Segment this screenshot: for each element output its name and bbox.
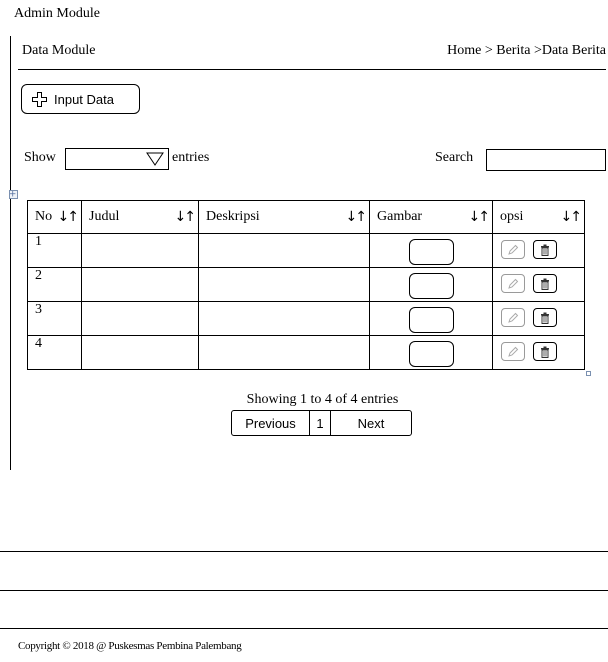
column-header-judul[interactable]: Judul ↓↑ [81,200,199,234]
table-row: 4 [27,335,585,370]
column-header-gambar[interactable]: Gambar ↓↑ [369,200,493,234]
column-header-no[interactable]: No ↓↑ [27,200,82,234]
cell-gambar [369,301,493,336]
column-header-opsi[interactable]: opsi ↓↑ [492,200,585,234]
resize-handle-icon[interactable] [586,371,591,376]
data-table: No ↓↑ Judul ↓↑ Deskripsi ↓↑ Gambar ↓↑ opsi ↓↑… [27,200,585,370]
pencil-icon [508,278,519,289]
entries-label: entries [172,150,210,165]
footer-divider [0,628,608,629]
table-header-row: No ↓↑ Judul ↓↑ Deskripsi ↓↑ Gambar ↓↑ opsi ↓↑ [27,200,585,234]
row-number: 1 [35,234,42,249]
search-label: Search [435,150,474,165]
input-data-button[interactable]: Input Data [21,84,140,114]
cell-gambar [369,267,493,302]
column-label: Gambar [377,209,423,224]
cell-judul [81,267,199,302]
image-placeholder [408,239,454,265]
image-placeholder [408,307,454,333]
edit-button[interactable] [501,342,525,361]
column-header-deskripsi[interactable]: Deskripsi ↓↑ [198,200,370,234]
column-label: No [35,209,53,224]
delete-button[interactable] [533,308,557,327]
cell-opsi [492,267,585,302]
edit-button[interactable] [501,274,525,293]
cell-gambar [369,233,493,268]
cell-judul [81,233,199,268]
image-placeholder [408,273,454,299]
page-number-button[interactable]: 1 [310,411,331,435]
pencil-icon [508,312,519,323]
search-input[interactable] [486,149,606,171]
cell-opsi [492,301,585,336]
cell-opsi [492,233,585,268]
row-number: 4 [35,336,42,351]
image-placeholder [408,341,454,367]
breadcrumb[interactable]: Home > Berita >Data Berita [447,43,606,59]
cell-no: 2 [27,267,82,302]
page-title: Data Module [22,43,96,58]
cell-deskripsi [198,233,370,268]
sort-arrows-icon[interactable]: ↓↑ [175,209,197,225]
plus-outline-icon [32,91,47,107]
cell-deskripsi [198,267,370,302]
cell-no: 4 [27,335,82,370]
pencil-icon [508,346,519,357]
sort-arrows-icon[interactable]: ↓↑ [561,209,583,225]
column-label: opsi [500,209,524,224]
cell-deskripsi [198,301,370,336]
move-handle-icon[interactable] [9,190,18,199]
footer-divider [0,590,608,591]
app-title: Admin Module [14,6,100,21]
header-divider [18,69,606,70]
input-data-label: Input Data [54,91,114,107]
entries-select[interactable] [65,148,169,170]
pencil-icon [508,244,519,255]
cell-no: 1 [27,233,82,268]
column-label: Judul [89,209,120,224]
table-row: 1 [27,233,585,268]
cell-no: 3 [27,301,82,336]
sort-arrows-icon[interactable]: ↓↑ [346,209,368,225]
footer-divider [0,551,608,552]
pagination: Previous 1 Next [231,410,412,436]
edit-button[interactable] [501,240,525,259]
cell-gambar [369,335,493,370]
show-label: Show [24,150,56,165]
sort-arrows-icon[interactable]: ↓↑ [58,209,80,225]
triangle-down-icon [146,152,164,166]
trash-icon [541,244,549,256]
sort-arrows-icon[interactable]: ↓↑ [469,209,491,225]
trash-icon [541,312,549,324]
copyright-text: Copyright © 2018 @ Puskesmas Pembina Pal… [18,640,242,652]
row-number: 3 [35,302,42,317]
cell-judul [81,335,199,370]
previous-page-button[interactable]: Previous [232,411,310,435]
trash-icon [541,278,549,290]
table-row: 2 [27,267,585,302]
edit-button[interactable] [501,308,525,327]
delete-button[interactable] [533,342,557,361]
column-label: Deskripsi [206,209,260,224]
row-number: 2 [35,268,42,283]
pagination-info: Showing 1 to 4 of 4 entries [246,392,399,407]
trash-icon [541,346,549,358]
cell-deskripsi [198,335,370,370]
delete-button[interactable] [533,240,557,259]
cell-opsi [492,335,585,370]
delete-button[interactable] [533,274,557,293]
cell-judul [81,301,199,336]
table-row: 3 [27,301,585,336]
next-page-button[interactable]: Next [331,411,411,435]
